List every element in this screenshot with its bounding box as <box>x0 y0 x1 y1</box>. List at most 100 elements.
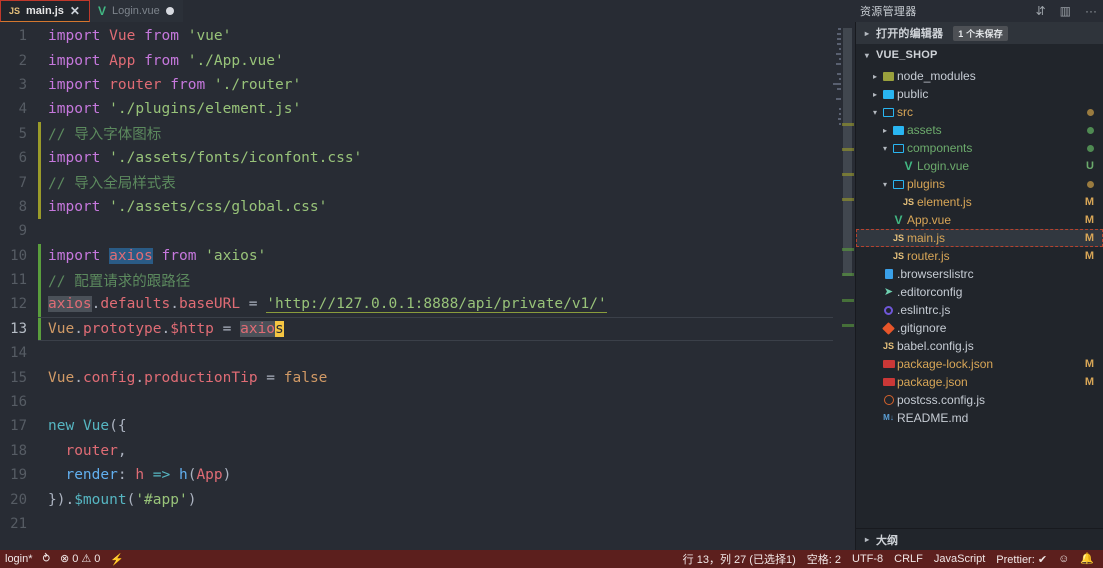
problems-item[interactable]: ⊗ 0 ⚠ 0 <box>55 553 105 565</box>
chevron-right-icon[interactable] <box>880 126 890 135</box>
tree-row[interactable]: package-lock.json M <box>856 355 1103 373</box>
code-line[interactable]: 16 <box>0 390 855 414</box>
split-editor-layout-icon[interactable]: ▥ <box>1060 4 1071 18</box>
sync-changes-button[interactable]: ⥁ <box>38 553 56 565</box>
overview-change-mark <box>842 122 854 126</box>
code-line[interactable]: 8 import './assets/css/global.css' <box>0 194 855 220</box>
tree-row[interactable]: package.json M <box>856 373 1103 391</box>
folder-closed-icon <box>880 71 897 81</box>
chevron-down-icon[interactable] <box>870 108 880 117</box>
tree-row[interactable]: JS babel.config.js <box>856 337 1103 355</box>
code-line[interactable]: 14 <box>0 341 855 365</box>
tree-row[interactable]: src <box>856 103 1103 121</box>
code-line[interactable]: 12 axios.defaults.baseURL = 'http://127.0… <box>0 292 855 317</box>
code-editor[interactable]: 1 import Vue from 'vue' 2 import App from '… <box>0 22 855 550</box>
line-number: 1 <box>18 28 27 45</box>
code-line[interactable]: 21 <box>0 512 855 536</box>
code-line[interactable]: 20}).$mount('#app') <box>0 487 855 511</box>
encoding[interactable]: UTF-8 <box>852 553 883 565</box>
unsaved-dot-icon[interactable] <box>165 7 174 15</box>
code-line[interactable]: 10 import axios from 'axios' <box>0 243 855 268</box>
tree-row[interactable]: plugins <box>856 175 1103 193</box>
minimap[interactable] <box>833 22 841 550</box>
line-ending[interactable]: CRLF <box>894 553 923 565</box>
tree-row[interactable]: .eslintrc.js <box>856 301 1103 319</box>
outline-section[interactable]: 大纲 <box>856 528 1103 550</box>
tree-row[interactable]: V Login.vue U <box>856 157 1103 175</box>
language-mode[interactable]: JavaScript <box>934 553 985 565</box>
tree-row[interactable]: M↓ README.md <box>856 409 1103 427</box>
notifications-bell-icon[interactable]: 🔔 <box>1080 553 1094 565</box>
change-dot-icon <box>1087 108 1094 116</box>
tree-item-label: Login.vue <box>917 159 970 173</box>
code-text: axios.defaults.baseURL = 'http://127.0.0… <box>48 296 607 314</box>
folder-open-icon <box>880 107 897 117</box>
code-line[interactable]: 7 // 导入全局样式表 <box>0 170 855 195</box>
line-number: 2 <box>18 52 27 69</box>
code-line[interactable]: 13 Vue.prototype.$http = axios <box>0 316 855 342</box>
line-number: 15 <box>10 369 27 386</box>
code-line[interactable]: 15 Vue.config.productionTip = false <box>0 365 855 389</box>
code-line[interactable]: 19 render: h => h(App) <box>0 463 855 487</box>
git-status-badge: M <box>1084 214 1094 226</box>
warning-count: 0 <box>94 553 101 565</box>
tree-row[interactable]: ➤ .editorconfig <box>856 283 1103 301</box>
chevron-right-icon[interactable] <box>862 535 872 544</box>
tree-row[interactable]: .gitignore <box>856 319 1103 337</box>
code-line[interactable]: 1 import Vue from 'vue' <box>0 24 855 48</box>
project-root-section[interactable]: VUE_SHOP <box>856 44 1103 66</box>
code-lines[interactable]: 1 import Vue from 'vue' 2 import App from '… <box>0 22 855 536</box>
lightning-icon[interactable]: ⚡ <box>105 553 129 566</box>
code-line[interactable]: 6 import './assets/fonts/iconfont.css' <box>0 145 855 171</box>
js-file-icon: JS <box>892 232 904 243</box>
chevron-right-icon[interactable] <box>870 72 880 81</box>
code-text: Vue.prototype.$http = axios <box>48 320 284 337</box>
code-line[interactable]: 5 // 导入字体图标 <box>0 121 855 146</box>
tree-row[interactable]: .browserslistrc <box>856 265 1103 283</box>
tree-row[interactable]: node_modules <box>856 67 1103 85</box>
line-number: 13 <box>10 320 27 337</box>
tab-main-js[interactable]: JS main.js ✕ <box>0 0 90 22</box>
tree-row[interactable]: JS element.js M <box>856 193 1103 211</box>
feedback-smiley-icon[interactable]: ☺ <box>1058 553 1069 565</box>
chevron-down-icon[interactable] <box>880 180 890 189</box>
overview-change-mark <box>842 147 854 151</box>
warning-icon: ⚠ <box>81 552 92 565</box>
tree-row[interactable]: postcss.config.js <box>856 391 1103 409</box>
tree-row[interactable]: public <box>856 85 1103 103</box>
cursor-position[interactable]: 行 13，列 27 (已选择1) <box>683 551 796 567</box>
more-actions-icon[interactable]: ··· <box>1085 4 1097 18</box>
code-line[interactable]: 9 <box>0 219 855 243</box>
indentation[interactable]: 空格: 2 <box>807 551 841 567</box>
file-tree[interactable]: node_modulespublic src assets components V Lo… <box>856 66 1103 528</box>
line-number: 4 <box>18 101 27 118</box>
code-line[interactable]: 3 import router from './router' <box>0 73 855 97</box>
tree-row[interactable]: assets <box>856 121 1103 139</box>
close-icon[interactable]: ✕ <box>70 5 80 17</box>
code-text: render: h => h(App) <box>65 467 232 484</box>
chevron-down-icon[interactable] <box>862 51 872 60</box>
code-line[interactable]: 2 import App from './App.vue' <box>0 48 855 72</box>
opened-editors-section[interactable]: 打开的编辑器 1 个未保存 <box>856 22 1103 44</box>
prettier-status[interactable]: Prettier: ✔ <box>996 553 1047 566</box>
tree-row-selected[interactable]: JS main.js M <box>856 229 1103 247</box>
editor-scrollbar[interactable] <box>841 22 855 550</box>
tab-login-vue[interactable]: V Login.vue <box>89 0 183 22</box>
code-line[interactable]: 11 // 配置请求的跟路径 <box>0 267 855 293</box>
git-change-indicator <box>38 316 41 342</box>
split-editor-vertical-icon[interactable]: ⇵ <box>1036 4 1046 18</box>
chevron-right-icon[interactable] <box>862 29 872 38</box>
tree-item-label: .gitignore <box>897 321 947 335</box>
tree-row[interactable]: JS router.js M <box>856 247 1103 265</box>
scrollbar-thumb[interactable] <box>843 28 852 276</box>
code-line[interactable]: 18 router, <box>0 439 855 463</box>
git-branch-item[interactable]: login* <box>0 553 38 565</box>
code-text: // 配置请求的跟路径 <box>48 273 191 290</box>
chevron-down-icon[interactable] <box>880 144 890 153</box>
tree-row[interactable]: V App.vue M <box>856 211 1103 229</box>
tree-row[interactable]: components <box>856 139 1103 157</box>
explorer-sidebar: 打开的编辑器 1 个未保存 VUE_SHOP node_modulespubli… <box>855 22 1103 550</box>
code-line[interactable]: 17 new Vue({ <box>0 414 855 438</box>
code-line[interactable]: 4 import './plugins/element.js' <box>0 97 855 121</box>
chevron-right-icon[interactable] <box>870 90 880 99</box>
